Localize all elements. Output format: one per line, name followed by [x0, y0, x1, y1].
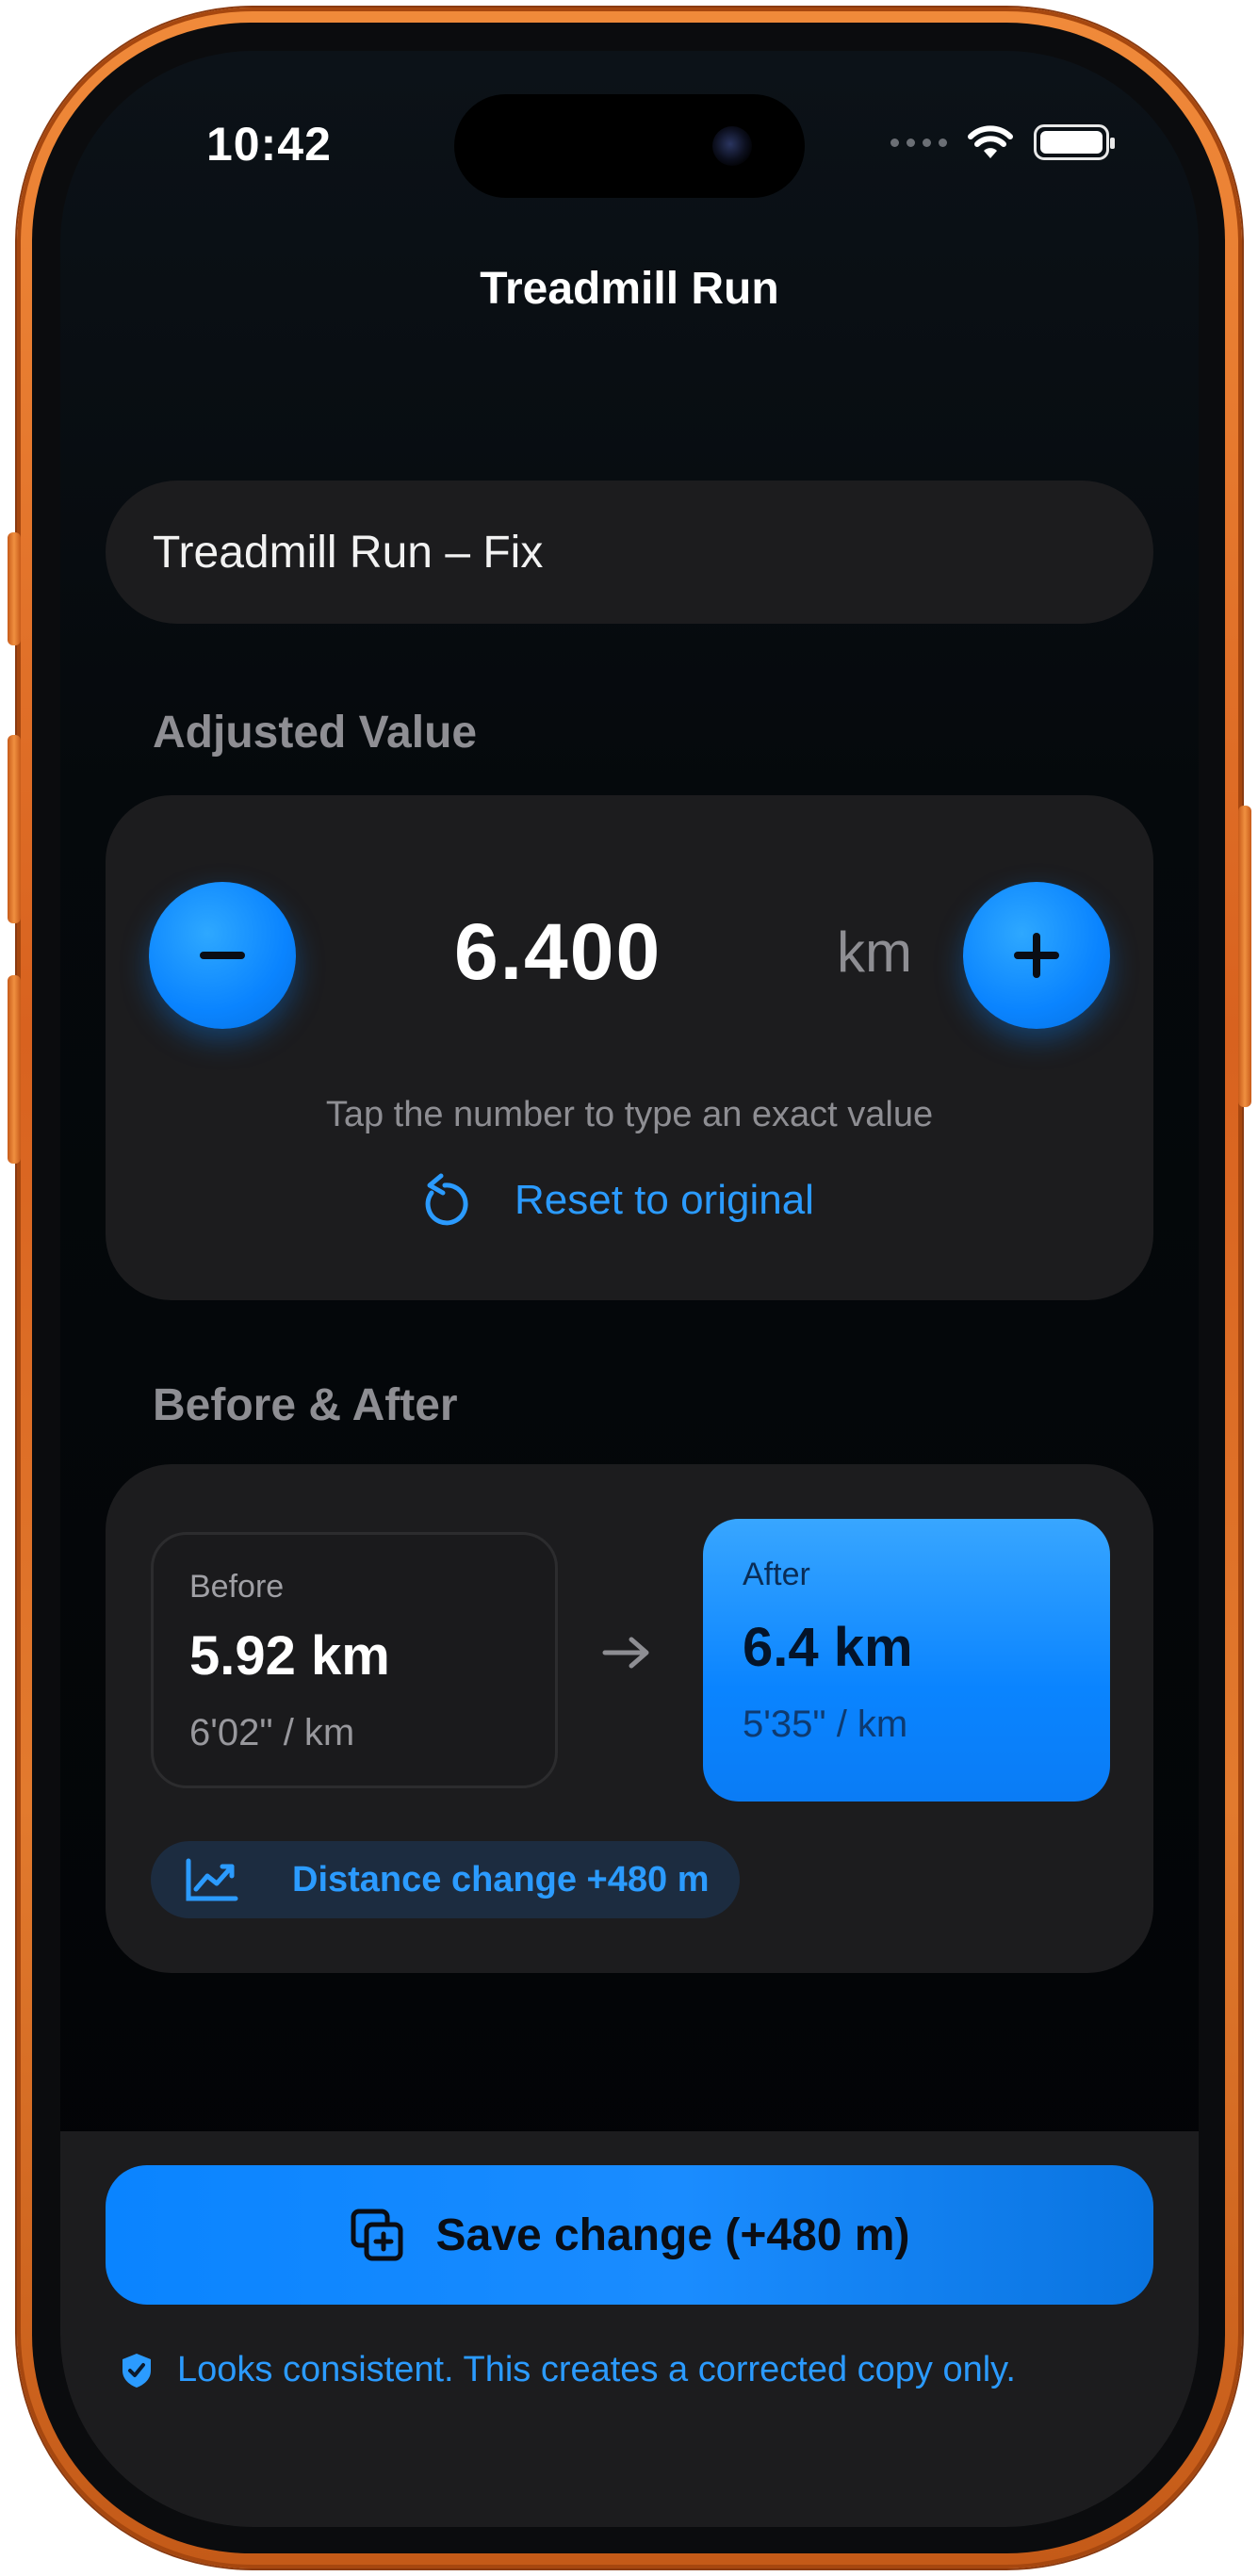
save-button[interactable]: Save change (+480 m): [106, 2165, 1153, 2305]
action-button: [8, 532, 21, 645]
power-button: [1238, 806, 1251, 1107]
distance-change-badge: Distance change +480 m: [151, 1841, 740, 1918]
before-value: 5.92 km: [189, 1625, 390, 1687]
page-title: Treadmill Run: [480, 264, 779, 314]
bottom-action-bar: Save change (+480 m) Looks consistent. T…: [60, 2131, 1199, 2527]
volume-down-button: [8, 975, 21, 1164]
before-after-heading: Before & After: [153, 1380, 458, 1430]
after-label: After: [743, 1557, 810, 1592]
adjusted-value-heading: Adjusted Value: [153, 708, 478, 758]
adjusted-value-unit: km: [837, 921, 912, 984]
reset-button[interactable]: Reset to original: [418, 1172, 814, 1229]
screen: 10:42 Treadmill Run Treadmill Run – Fix …: [60, 51, 1199, 2527]
before-box: Before 5.92 km 6'02" / km: [151, 1532, 558, 1788]
before-label: Before: [189, 1569, 285, 1605]
before-pace: 6'02" / km: [189, 1712, 355, 1753]
trend-chart-icon: [186, 1858, 238, 1901]
before-after-card: Before 5.92 km 6'02" / km After 6.4 km 5…: [106, 1464, 1153, 1973]
name-input[interactable]: Treadmill Run – Fix: [106, 481, 1153, 624]
save-label: Save change (+480 m): [435, 2209, 910, 2260]
status-icons: [890, 124, 1115, 160]
consistency-note-text: Looks consistent. This creates a correct…: [177, 2350, 1016, 2389]
dynamic-island: [454, 94, 805, 198]
plus-icon: [1014, 933, 1059, 978]
minus-icon: [200, 952, 245, 959]
adjusted-value-number[interactable]: 6.400: [454, 906, 662, 998]
signal-dots-icon: [890, 138, 947, 147]
after-pace: 5'35" / km: [743, 1704, 908, 1745]
decrement-button[interactable]: [149, 882, 296, 1029]
arrow-right-icon: [602, 1637, 649, 1669]
after-box: After 6.4 km 5'35" / km: [703, 1519, 1110, 1802]
duplicate-icon: [351, 2209, 403, 2261]
adjusted-value-card: 6.400 km Tap the number to type an exact…: [106, 795, 1153, 1300]
increment-button[interactable]: [963, 882, 1110, 1029]
battery-icon: [1034, 124, 1115, 160]
distance-change-label: Distance change +480 m: [292, 1859, 710, 1899]
consistency-note: Looks consistent. This creates a correct…: [121, 2350, 1016, 2390]
after-value: 6.4 km: [743, 1617, 913, 1678]
reset-icon: [425, 1173, 468, 1226]
value-hint: Tap the number to type an exact value: [325, 1095, 934, 1134]
shield-check-icon: [123, 2353, 151, 2388]
volume-up-button: [8, 735, 21, 923]
status-time: 10:42: [206, 118, 332, 171]
front-camera: [712, 126, 752, 166]
reset-label: Reset to original: [515, 1177, 814, 1223]
wifi-icon: [968, 125, 1013, 158]
